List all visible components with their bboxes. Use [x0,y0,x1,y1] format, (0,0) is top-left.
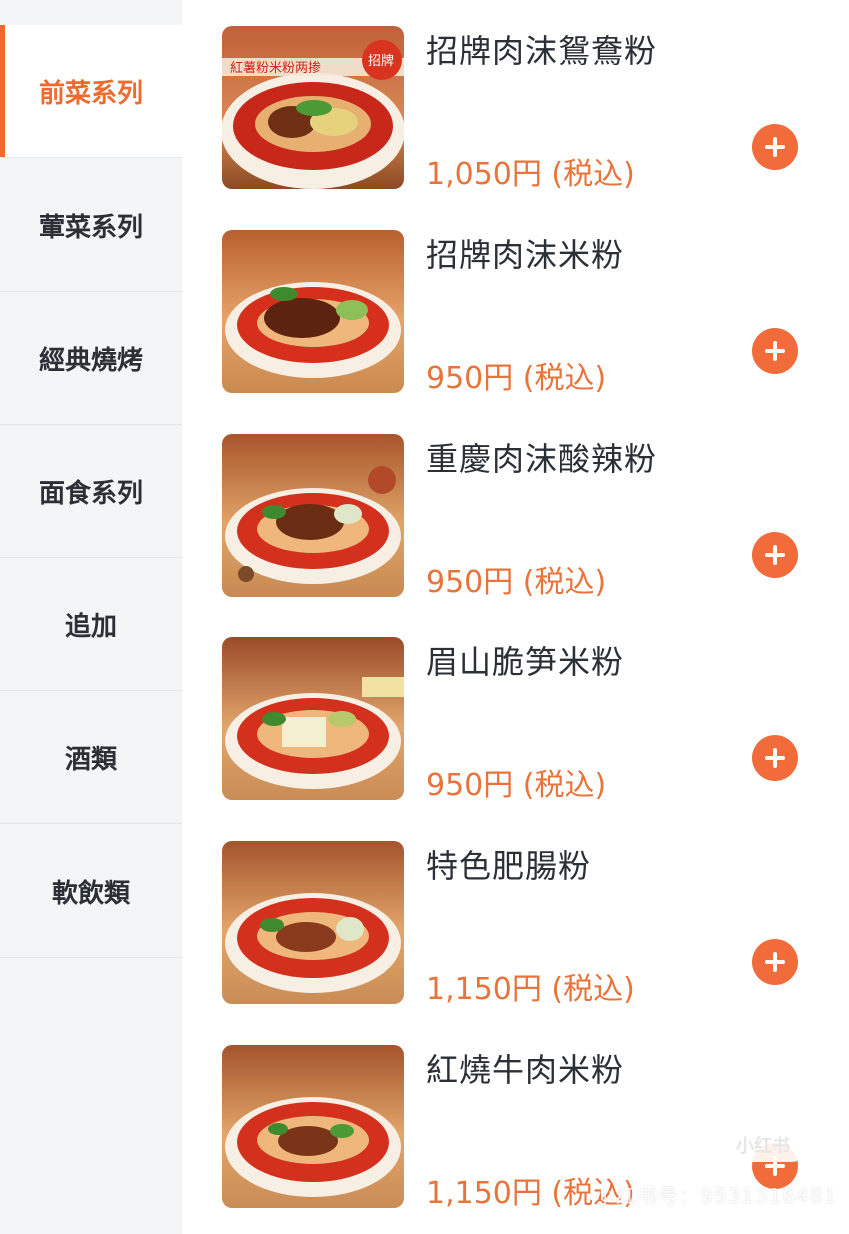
dish-name: 招牌肉沫鴛鴦粉 [426,32,658,70]
dish-image[interactable] [222,434,404,597]
add-to-cart-button[interactable] [752,124,798,170]
dish-name: 招牌肉沫米粉 [426,236,625,274]
add-to-cart-button[interactable] [752,735,798,781]
dish-name: 特色肥腸粉 [426,847,592,885]
dish-price: 950円 (税込) [426,565,607,600]
menu-item[interactable]: 紅薯粉米粉两掺 招牌 招牌肉沫鴛鴦粉 1,050円 (税込) [182,26,849,230]
dish-image[interactable] [222,637,404,800]
sidebar-item-label: 面食系列 [38,478,143,509]
add-to-cart-button[interactable] [752,939,798,985]
sidebar-item-alcohol[interactable]: 酒類 [0,691,182,824]
dish-image[interactable] [222,1045,404,1208]
dish-price: 1,150円 (税込) [426,972,635,1007]
dish-name: 眉山脆笋米粉 [426,643,625,681]
add-to-cart-button[interactable] [752,532,798,578]
dish-price: 950円 (税込) [426,361,607,396]
dish-image[interactable]: 紅薯粉米粉两掺 招牌 [222,26,404,189]
watermark-logo: 小红书 [718,1128,808,1162]
sidebar-item-label: 軟飲類 [51,878,130,909]
plus-icon [765,545,785,565]
add-to-cart-button[interactable] [752,328,798,374]
dish-price: 1,050円 (税込) [426,157,635,192]
signature-badge: 招牌 [368,53,394,69]
sidebar-item-label: 前菜系列 [38,78,143,109]
sidebar-item-label: 追加 [64,611,117,642]
sidebar-item-label: 葷菜系列 [38,212,143,243]
plus-icon [765,341,785,361]
dish-image[interactable] [222,841,404,1004]
sidebar-item-meat-dishes[interactable]: 葷菜系列 [0,159,182,292]
category-sidebar: 前菜系列 葷菜系列 經典燒烤 面食系列 追加 酒類 軟飲類 [0,0,182,1234]
dish-name: 重慶肉沫酸辣粉 [426,440,658,478]
sidebar-item-noodles[interactable]: 面食系列 [0,425,182,558]
sidebar-item-label: 經典燒烤 [38,345,143,376]
sidebar-item-soft-drinks[interactable]: 軟飲類 [0,825,182,958]
menu-item[interactable]: 特色肥腸粉 1,150円 (税込) [182,841,849,1045]
sidebar-item-label: 酒類 [64,744,117,775]
sidebar-item-bbq[interactable]: 經典燒烤 [0,292,182,425]
plus-icon [765,748,785,768]
sidebar-item-extras[interactable]: 追加 [0,558,182,691]
bowl-text: 紅薯粉米粉两掺 [230,60,321,76]
plus-icon [765,137,785,157]
sidebar-item-appetizers[interactable]: 前菜系列 [0,25,182,158]
menu-item[interactable]: 眉山脆笋米粉 950円 (税込) [182,637,849,841]
plus-icon [765,952,785,972]
dish-price: 950円 (税込) [426,768,607,803]
dish-name: 紅燒牛肉米粉 [426,1051,625,1089]
watermark-text: 小红书号：9531316481 [595,1184,838,1208]
menu-item[interactable]: 重慶肉沫酸辣粉 950円 (税込) [182,434,849,638]
dish-image[interactable] [222,230,404,393]
menu-item[interactable]: 招牌肉沫米粉 950円 (税込) [182,230,849,434]
